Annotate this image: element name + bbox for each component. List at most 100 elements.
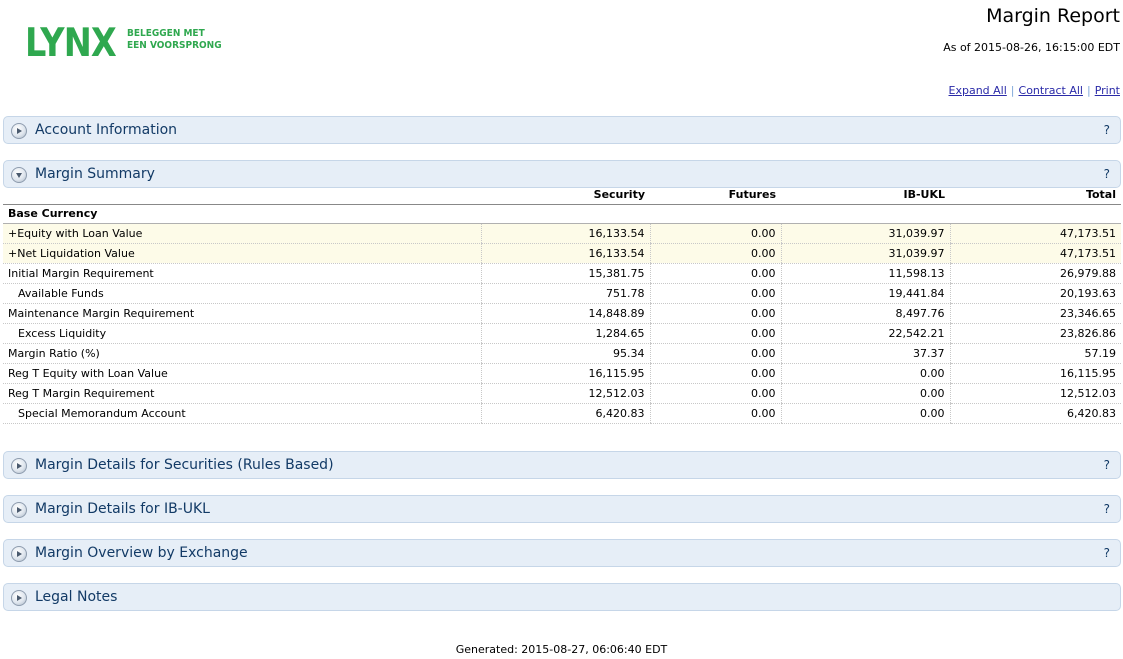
section-title: Account Information — [35, 122, 178, 138]
row-label: Margin Ratio (%) — [3, 343, 481, 364]
cell-total: 12,512.03 — [949, 383, 1121, 404]
help-button[interactable]: ? — [1104, 458, 1110, 472]
column-header-total: Total — [950, 186, 1121, 205]
expand-arrow-icon[interactable] — [11, 590, 27, 606]
section-title: Margin Details for Securities (Rules Bas… — [35, 457, 334, 473]
logo-tagline-line1: BELEGGEN MET — [127, 28, 205, 39]
lynx-logo: LYNX BELEGGEN MET EEN VOORSPRONG — [25, 24, 225, 64]
section-margin-overview-exchange[interactable]: Margin Overview by Exchange ? — [3, 539, 1121, 567]
cell-security: 16,115.95 — [480, 363, 650, 384]
cell-futures: 0.00 — [649, 223, 781, 244]
cell-security: 6,420.83 — [480, 403, 650, 424]
row-label: Excess Liquidity — [3, 323, 481, 344]
section-account-information[interactable]: Account Information ? — [3, 116, 1121, 144]
expand-arrow-icon[interactable] — [11, 458, 27, 474]
section-title: Margin Summary — [35, 166, 155, 182]
expand-arrow-icon[interactable] — [11, 546, 27, 562]
table-row: Available Funds 751.78 0.00 19,441.84 20… — [3, 283, 1121, 304]
cell-security: 15,381.75 — [480, 263, 650, 284]
report-actions: Expand All | Contract All | Print — [949, 84, 1120, 97]
section-title: Margin Overview by Exchange — [35, 545, 248, 561]
cell-security: 1,284.65 — [480, 323, 650, 344]
logo-wordmark: LYNX — [25, 21, 117, 66]
cell-futures: 0.00 — [649, 363, 781, 384]
report-header: LYNX BELEGGEN MET EEN VOORSPRONG Margin … — [0, 0, 1123, 110]
cell-security: 14,848.89 — [480, 303, 650, 324]
group-row-base-currency: Base Currency — [3, 204, 1121, 224]
help-button[interactable]: ? — [1104, 123, 1110, 137]
cell-ibukl: 0.00 — [780, 403, 950, 424]
generated-timestamp: Generated: 2015-08-27, 06:06:40 EDT — [455, 643, 668, 656]
section-title: Margin Details for IB-UKL — [35, 501, 210, 517]
cell-security: 12,512.03 — [480, 383, 650, 404]
cell-total: 26,979.88 — [949, 263, 1121, 284]
cell-total: 23,346.65 — [949, 303, 1121, 324]
table-header-row: Security Futures IB-UKL Total — [3, 186, 1121, 205]
column-header-ibukl: IB-UKL — [781, 186, 950, 205]
cell-futures: 0.00 — [649, 323, 781, 344]
section-margin-details-securities[interactable]: Margin Details for Securities (Rules Bas… — [3, 451, 1121, 479]
cell-total: 20,193.63 — [949, 283, 1121, 304]
cell-total: 47,173.51 — [949, 243, 1121, 264]
expand-arrow-icon[interactable] — [11, 123, 27, 139]
section-title: Legal Notes — [35, 589, 118, 605]
cell-futures: 0.00 — [649, 243, 781, 264]
cell-security: 16,133.54 — [480, 243, 650, 264]
as-of-text: As of 2015-08-26, 16:15:00 EDT — [943, 41, 1120, 54]
section-margin-details-ibukl[interactable]: Margin Details for IB-UKL ? — [3, 495, 1121, 523]
cell-ibukl: 19,441.84 — [780, 283, 950, 304]
row-label: Reg T Equity with Loan Value — [3, 363, 481, 384]
cell-total: 16,115.95 — [949, 363, 1121, 384]
page-title: Margin Report — [986, 5, 1120, 27]
table-row[interactable]: +Equity with Loan Value 16,133.54 0.00 3… — [3, 223, 1121, 244]
table-row: Special Memorandum Account 6,420.83 0.00… — [3, 403, 1121, 424]
table-row[interactable]: +Net Liquidation Value 16,133.54 0.00 31… — [3, 243, 1121, 264]
cell-ibukl: 37.37 — [780, 343, 950, 364]
print-link[interactable]: Print — [1095, 84, 1120, 97]
row-label: Initial Margin Requirement — [3, 263, 481, 284]
row-label: Maintenance Margin Requirement — [3, 303, 481, 324]
row-label: Special Memorandum Account — [3, 403, 481, 424]
cell-futures: 0.00 — [649, 343, 781, 364]
table-row: Reg T Margin Requirement 12,512.03 0.00 … — [3, 383, 1121, 404]
help-button[interactable]: ? — [1104, 546, 1110, 560]
as-of-timestamp: As of 2015-08-26, 16:15:00 EDT — [943, 41, 1120, 54]
cell-total: 23,826.86 — [949, 323, 1121, 344]
logo-tagline-line2: EEN VOORSPRONG — [127, 40, 222, 51]
collapse-arrow-icon[interactable] — [11, 167, 27, 183]
cell-futures: 0.00 — [649, 403, 781, 424]
cell-total: 6,420.83 — [949, 403, 1121, 424]
expand-arrow-icon[interactable] — [11, 502, 27, 518]
cell-futures: 0.00 — [649, 303, 781, 324]
cell-security: 95.34 — [480, 343, 650, 364]
cell-security: 751.78 — [480, 283, 650, 304]
column-header-security: Security — [481, 186, 650, 205]
cell-futures: 0.00 — [649, 283, 781, 304]
row-label: Reg T Margin Requirement — [3, 383, 481, 404]
row-label: Available Funds — [3, 283, 481, 304]
help-button[interactable]: ? — [1104, 167, 1110, 181]
cell-ibukl: 31,039.97 — [780, 243, 950, 264]
table-row: Initial Margin Requirement 15,381.75 0.0… — [3, 263, 1121, 284]
row-label: +Net Liquidation Value — [3, 243, 481, 264]
section-legal-notes[interactable]: Legal Notes — [3, 583, 1121, 611]
cell-ibukl: 0.00 — [780, 383, 950, 404]
link-separator: | — [1010, 84, 1015, 97]
column-header-futures: Futures — [650, 186, 781, 205]
cell-ibukl: 31,039.97 — [780, 223, 950, 244]
table-row: Excess Liquidity 1,284.65 0.00 22,542.21… — [3, 323, 1121, 344]
cell-ibukl: 8,497.76 — [780, 303, 950, 324]
cell-futures: 0.00 — [649, 263, 781, 284]
cell-total: 47,173.51 — [949, 223, 1121, 244]
expand-all-link[interactable]: Expand All — [949, 84, 1007, 97]
row-label: +Equity with Loan Value — [3, 223, 481, 244]
table-row: Maintenance Margin Requirement 14,848.89… — [3, 303, 1121, 324]
cell-ibukl: 22,542.21 — [780, 323, 950, 344]
contract-all-link[interactable]: Contract All — [1019, 84, 1083, 97]
column-header — [3, 186, 481, 205]
section-margin-summary[interactable]: Margin Summary ? — [3, 160, 1121, 188]
help-button[interactable]: ? — [1104, 502, 1110, 516]
cell-total: 57.19 — [949, 343, 1121, 364]
group-label: Base Currency — [3, 204, 1121, 224]
logo-tagline: BELEGGEN MET EEN VOORSPRONG — [127, 28, 222, 52]
